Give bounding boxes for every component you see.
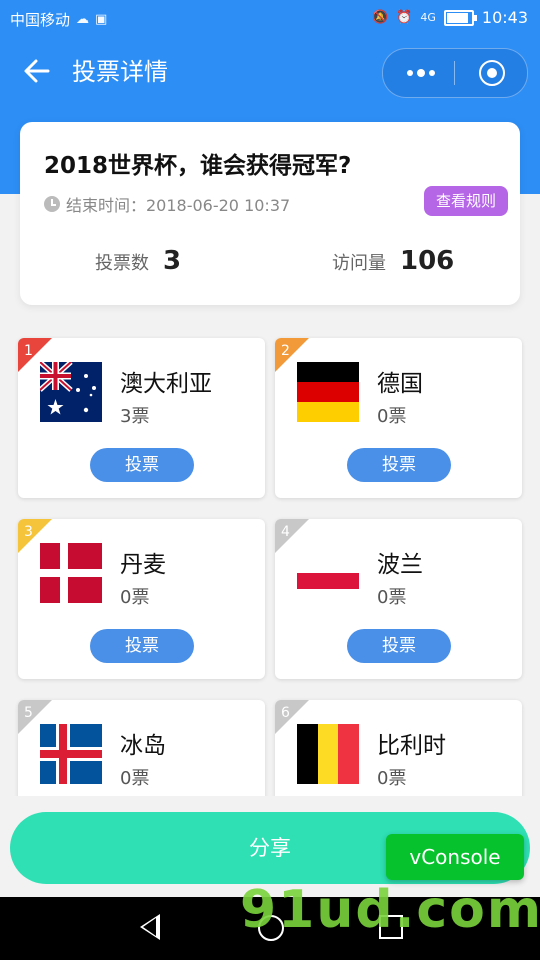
visit-count-value: 106: [400, 246, 455, 276]
germany-flag-icon: [297, 362, 359, 422]
watermark-logo: 91ud.com: [240, 880, 540, 940]
rank-number: 4: [281, 524, 290, 540]
options-grid: 1 澳大利亚 3票 投票 2 德国 0票 投票 3 丹麦 0票 投票 4 波兰 …: [0, 336, 540, 796]
vote-count-label: 投票数: [95, 253, 149, 274]
vconsole-button[interactable]: vConsole: [386, 834, 524, 880]
option-card: 3 丹麦 0票 投票: [18, 519, 265, 679]
vote-count-value: 3: [163, 246, 182, 276]
option-votes: 0票: [377, 406, 407, 427]
rank-number: 2: [281, 343, 290, 359]
option-votes: 0票: [120, 587, 150, 608]
alarm-icon: ⏰: [396, 10, 413, 25]
end-time: 结束时间：2018-06-20 10:37: [66, 196, 291, 215]
denmark-flag-icon: [40, 543, 102, 603]
rank-number: 1: [24, 343, 33, 359]
vote-count-stat: 投票数 3: [95, 246, 181, 276]
option-card: 6 比利时 0票 投票: [275, 700, 522, 796]
rank-number: 6: [281, 705, 290, 721]
visit-count-stat: 访问量 106: [332, 246, 454, 276]
mute-icon: 🔕: [371, 10, 389, 25]
vote-button[interactable]: 投票: [347, 448, 451, 482]
nav-back-icon[interactable]: [140, 914, 160, 940]
more-icon[interactable]: [401, 49, 441, 97]
visit-count-label: 访问量: [332, 253, 386, 274]
clock-icon: [44, 196, 60, 212]
option-name: 德国: [377, 371, 423, 397]
belgium-flag-icon: [297, 724, 359, 784]
iceland-flag-icon: [40, 724, 102, 784]
option-votes: 0票: [120, 768, 150, 789]
page-title: 投票详情: [72, 58, 168, 86]
poll-info-card: 2018世界杯，谁会获得冠军? 结束时间：2018-06-20 10:37 查看…: [20, 122, 520, 305]
cloud-icon: ☁: [76, 12, 90, 27]
signal-icon: 4G: [420, 11, 436, 24]
option-votes: 0票: [377, 768, 407, 789]
miniprogram-capsule: [382, 48, 528, 98]
capsule-divider: [454, 61, 455, 85]
option-card: 2 德国 0票 投票: [275, 338, 522, 498]
carrier-name: 中国移动: [10, 11, 71, 29]
option-card: 1 澳大利亚 3票 投票: [18, 338, 265, 498]
rank-number: 5: [24, 705, 33, 721]
australia-flag-icon: [40, 362, 102, 422]
battery-icon: [443, 9, 477, 26]
option-name: 冰岛: [120, 733, 166, 759]
option-votes: 0票: [377, 587, 407, 608]
poll-question: 2018世界杯，谁会获得冠军?: [44, 153, 352, 179]
option-name: 波兰: [377, 552, 423, 578]
option-votes: 3票: [120, 406, 150, 427]
option-name: 澳大利亚: [120, 371, 212, 397]
option-name: 丹麦: [120, 552, 166, 578]
close-circle-icon[interactable]: [479, 60, 505, 86]
clock-time: 10:43: [481, 8, 528, 27]
status-bar: 中国移动 ☁ ▣ 🔕 ⏰ 4G 10:43: [0, 0, 540, 36]
option-card: 5 冰岛 0票 投票: [18, 700, 265, 796]
notification-icon: ▣: [95, 12, 108, 27]
view-rules-button[interactable]: 查看规则: [424, 186, 508, 216]
option-name: 比利时: [377, 733, 446, 759]
vote-button[interactable]: 投票: [90, 629, 194, 663]
back-arrow-icon[interactable]: [22, 56, 52, 86]
vote-button[interactable]: 投票: [90, 448, 194, 482]
option-card: 4 波兰 0票 投票: [275, 519, 522, 679]
poland-flag-icon: [297, 557, 359, 589]
vote-button[interactable]: 投票: [347, 629, 451, 663]
end-time-row: 结束时间：2018-06-20 10:37: [44, 192, 290, 216]
rank-number: 3: [24, 524, 33, 540]
